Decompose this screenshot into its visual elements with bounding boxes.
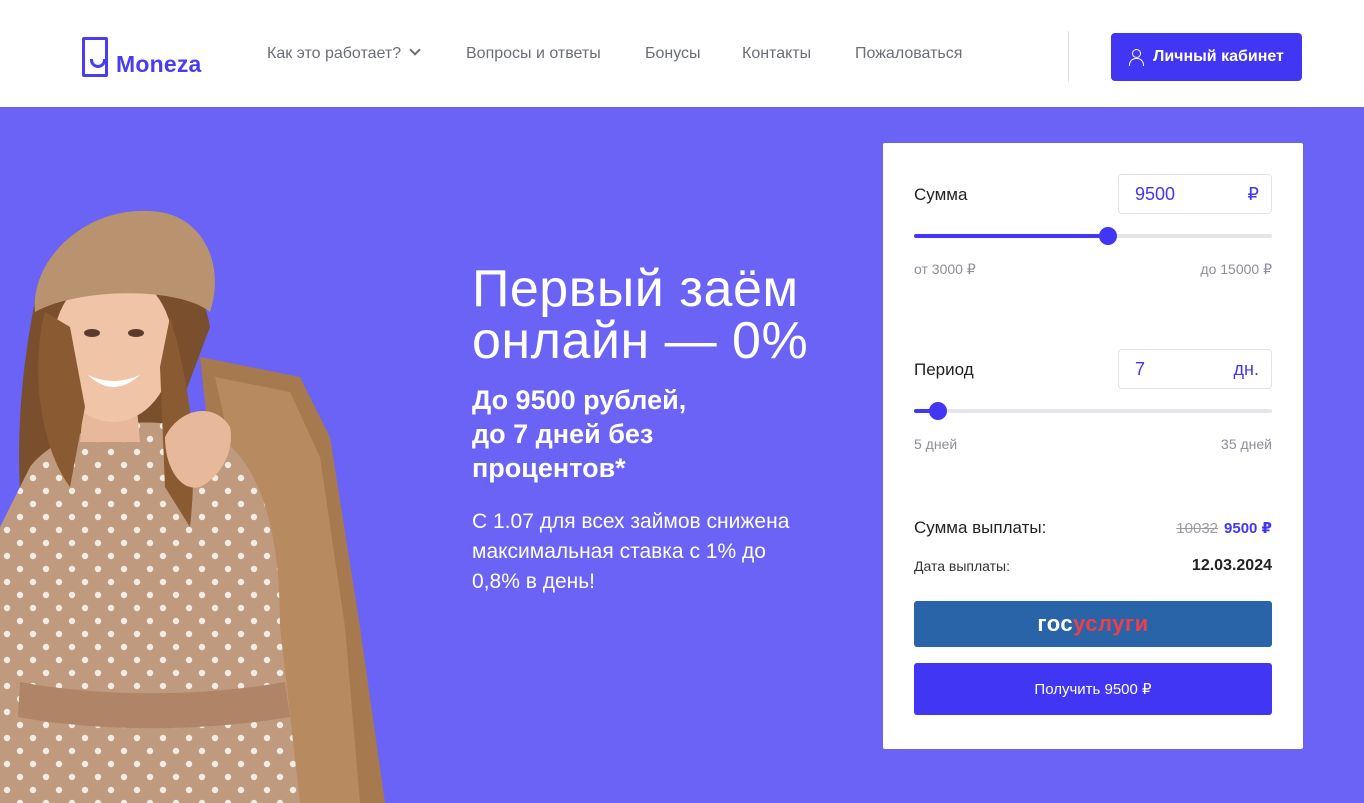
nav-item-bonuses[interactable]: Бонусы (645, 44, 701, 64)
period-value: 7 (1135, 358, 1146, 379)
amount-value: 9500 (1135, 183, 1176, 204)
payout-label: Сумма выплаты: (914, 518, 1047, 537)
amount-slider[interactable] (914, 227, 1272, 245)
promo-note-line-3: 0,8% в день! (472, 570, 595, 593)
period-input[interactable]: 7 дн. (1118, 349, 1272, 389)
period-max-label: 35 дней (1221, 436, 1272, 452)
user-icon (1129, 49, 1145, 66)
amount-label: Сумма (914, 185, 968, 204)
get-loan-button[interactable]: Получить 9500 ₽ (914, 663, 1272, 715)
period-slider[interactable] (914, 402, 1272, 420)
promo-subtitle-line-3: процентов* (472, 453, 626, 483)
logo-icon (82, 37, 108, 77)
ruble-icon: ₽ (1247, 183, 1259, 204)
payout-amount: 10032 9500 ₽ (1176, 519, 1272, 537)
brand-name: Moneza (116, 51, 202, 77)
chevron-down-icon (409, 44, 421, 56)
amount-slider-handle[interactable] (1098, 227, 1117, 245)
nav-item-faq[interactable]: Вопросы и ответы (466, 44, 601, 64)
promo-note: С 1.07 для всех займов снижена максималь… (472, 507, 872, 597)
amount-max-label: до 15000 ₽ (1200, 261, 1272, 277)
amount-input[interactable]: 9500 ₽ (1118, 174, 1272, 214)
promo-title-line-2: онлайн — 0% (472, 312, 809, 370)
payout-new-amount: 9500 ₽ (1224, 520, 1272, 537)
nav-item-how-it-works[interactable]: Как это работает? (267, 44, 421, 64)
personal-account-button[interactable]: Личный кабинет (1111, 33, 1302, 81)
gosuslugi-button[interactable]: гос услуги (914, 601, 1272, 647)
nav-item-label: Как это работает? (267, 45, 402, 62)
brand-logo[interactable]: Moneza (82, 37, 202, 77)
promo-subtitle-line-2: до 7 дней без (472, 419, 654, 449)
payout-date-label: Дата выплаты: (914, 558, 1010, 574)
hero-section: Первый заём онлайн — 0% До 9500 рублей, … (0, 107, 1364, 803)
period-min-label: 5 дней (914, 436, 958, 452)
header-divider (1068, 31, 1069, 82)
promo-subtitle: До 9500 рублей, до 7 дней без процентов* (472, 383, 872, 485)
promo-title: Первый заём онлайн — 0% (472, 263, 872, 367)
gosuslugi-logo-part-1: гос (1037, 611, 1074, 636)
promo-block: Первый заём онлайн — 0% До 9500 рублей, … (472, 263, 872, 597)
promo-subtitle-line-1: До 9500 рублей, (472, 385, 687, 415)
promo-title-line-1: Первый заём (472, 260, 799, 318)
hero-photo (0, 210, 385, 803)
promo-note-line-2: максимальная ставка с 1% до (472, 540, 766, 563)
gosuslugi-logo-part-2: услуги (1073, 611, 1149, 636)
period-slider-handle[interactable] (928, 402, 947, 420)
site-header: Moneza Как это работает? Вопросы и ответ… (0, 0, 1364, 107)
promo-note-line-1: С 1.07 для всех займов снижена (472, 510, 790, 533)
payout-old-amount: 10032 (1176, 520, 1219, 537)
period-label: Период (914, 360, 974, 379)
amount-slider-fill (914, 234, 1108, 238)
payout-date-value: 12.03.2024 (1191, 557, 1272, 574)
amount-min-label: от 3000 ₽ (914, 261, 976, 277)
period-unit: дн. (1233, 358, 1259, 379)
loan-calculator: Сумма 9500 ₽ от 3000 ₽ до 15000 ₽ Период… (883, 143, 1303, 749)
personal-account-label: Личный кабинет (1153, 48, 1284, 65)
nav-item-contacts[interactable]: Контакты (742, 44, 811, 64)
nav-item-complain[interactable]: Пожаловаться (855, 44, 962, 64)
